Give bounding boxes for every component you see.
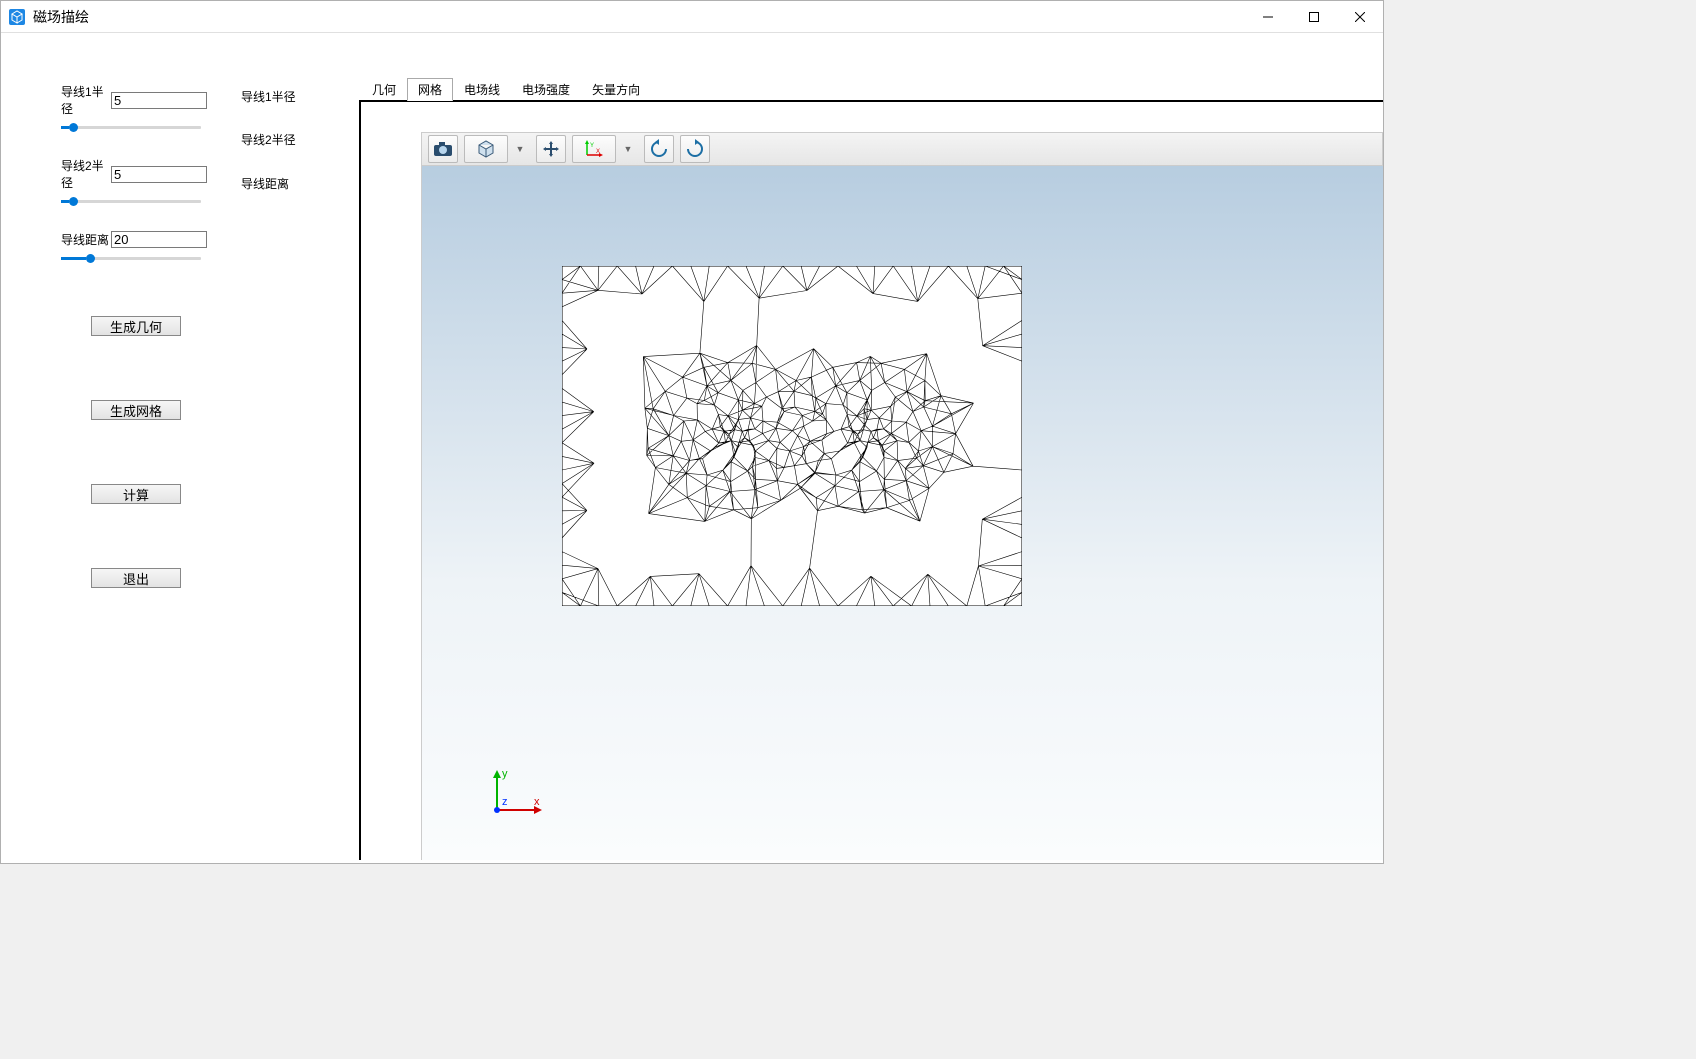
main-panel: 几何 网格 电场线 电场强度 矢量方向 ▼ bbox=[351, 33, 1383, 863]
r2-slider[interactable] bbox=[61, 195, 201, 209]
tab-mesh[interactable]: 网格 bbox=[407, 78, 453, 101]
rotate-cw-icon bbox=[685, 139, 705, 159]
mesh-visualization bbox=[562, 266, 1022, 606]
svg-text:z: z bbox=[502, 796, 508, 808]
rotate-cw-button[interactable] bbox=[680, 135, 710, 163]
tabs: 几何 网格 电场线 电场强度 矢量方向 bbox=[351, 81, 1383, 101]
side-label-r2: 导线2半径 bbox=[241, 131, 296, 148]
generate-geometry-button[interactable]: 生成几何 bbox=[91, 316, 181, 336]
svg-text:X: X bbox=[596, 149, 600, 155]
generate-mesh-button[interactable]: 生成网格 bbox=[91, 400, 181, 420]
viewer-toolbar: ▼ Y X ▼ bbox=[421, 132, 1383, 166]
axes-icon: Y X bbox=[583, 139, 605, 159]
minimize-button[interactable] bbox=[1245, 1, 1291, 33]
maximize-button[interactable] bbox=[1291, 1, 1337, 33]
side-label-dist: 导线距离 bbox=[241, 175, 289, 192]
camera-snapshot-button[interactable] bbox=[428, 135, 458, 163]
pan-icon bbox=[542, 140, 560, 158]
side-label-r1: 导线1半径 bbox=[241, 88, 296, 105]
close-button[interactable] bbox=[1337, 1, 1383, 33]
r1-slider[interactable] bbox=[61, 121, 201, 135]
tab-intensity[interactable]: 电场强度 bbox=[511, 78, 581, 101]
window-title: 磁场描绘 bbox=[33, 7, 89, 27]
titlebar: 磁场描绘 bbox=[1, 1, 1383, 33]
param-label-r1: 导线1半径 bbox=[61, 83, 111, 117]
param-label-r2: 导线2半径 bbox=[61, 157, 111, 191]
app-window: 磁场描绘 导线1半径 导线1半径 bbox=[0, 0, 1384, 864]
param-row-dist: 导线距离 bbox=[61, 231, 331, 248]
tab-geometry[interactable]: 几何 bbox=[361, 78, 407, 101]
orientation-triad: y x z bbox=[482, 765, 552, 820]
camera-icon bbox=[433, 141, 453, 157]
sidebar: 导线1半径 导线1半径 导线2半径 bbox=[1, 33, 351, 863]
canvas-3d[interactable]: y x z bbox=[421, 166, 1383, 860]
pan-button[interactable] bbox=[536, 135, 566, 163]
rotate-ccw-button[interactable] bbox=[644, 135, 674, 163]
rotate-ccw-icon bbox=[649, 139, 669, 159]
axes-button[interactable]: Y X bbox=[572, 135, 616, 163]
cube-view-button[interactable] bbox=[464, 135, 508, 163]
cube-dropdown[interactable]: ▼ bbox=[514, 144, 526, 154]
r1-input[interactable] bbox=[111, 92, 207, 109]
compute-button[interactable]: 计算 bbox=[91, 484, 181, 504]
tab-fieldlines[interactable]: 电场线 bbox=[453, 78, 511, 101]
cube-icon bbox=[475, 139, 497, 159]
param-label-dist: 导线距离 bbox=[61, 231, 111, 248]
tab-vector[interactable]: 矢量方向 bbox=[581, 78, 651, 101]
dist-input[interactable] bbox=[111, 231, 207, 248]
content: 导线1半径 导线1半径 导线2半径 bbox=[1, 33, 1383, 863]
app-icon bbox=[7, 7, 27, 27]
plot-frame: ▼ Y X ▼ bbox=[359, 100, 1383, 860]
svg-text:x: x bbox=[534, 796, 540, 808]
axes-dropdown[interactable]: ▼ bbox=[622, 144, 634, 154]
exit-button[interactable]: 退出 bbox=[91, 568, 181, 588]
r2-input[interactable] bbox=[111, 166, 207, 183]
param-row-r2: 导线2半径 bbox=[61, 157, 331, 191]
svg-text:Y: Y bbox=[590, 143, 594, 149]
dist-slider[interactable] bbox=[61, 252, 201, 266]
svg-text:y: y bbox=[502, 768, 508, 780]
